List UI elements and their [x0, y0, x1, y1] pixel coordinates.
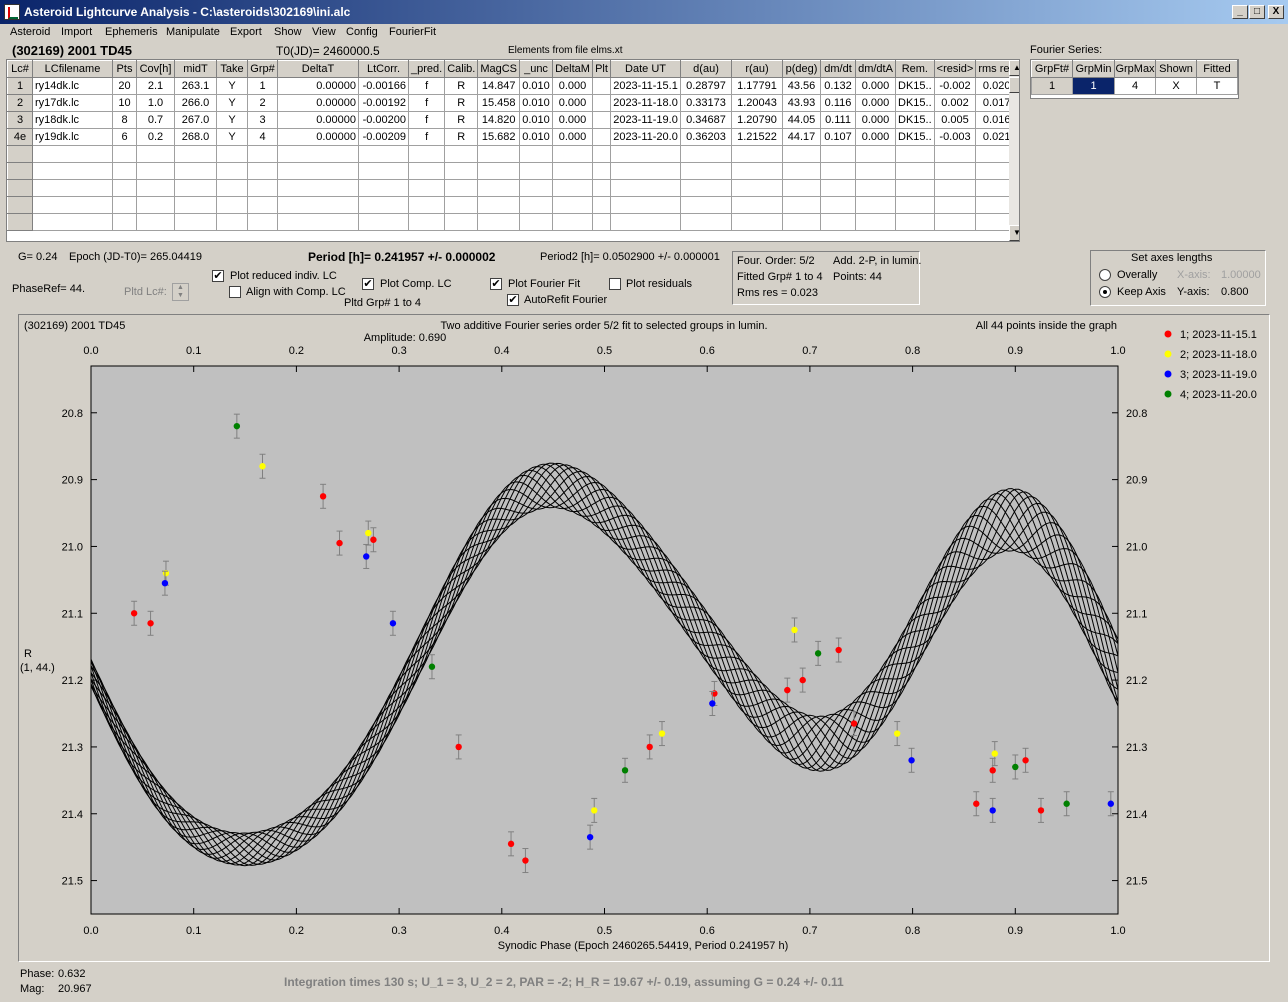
x-tick-label-bottom: 0.5: [597, 925, 612, 937]
data-point[interactable]: [1012, 763, 1019, 771]
x-axis-title: Synodic Phase (Epoch 2460265.54419, Peri…: [498, 940, 789, 952]
phase-label: Phase:: [20, 968, 55, 980]
data-point[interactable]: [973, 800, 980, 807]
legend-label: 4; 2023-11-20.0: [1180, 389, 1257, 401]
data-point[interactable]: [658, 730, 666, 737]
y-tick-label-right: 21.3: [1126, 742, 1147, 754]
x-tick-label-bottom: 0.4: [494, 925, 509, 937]
plot-amplitude: Amplitude: 0.690: [364, 332, 447, 344]
data-point[interactable]: [370, 536, 377, 543]
x-tick-label-bottom: 0.8: [905, 925, 920, 937]
data-point[interactable]: [791, 626, 798, 634]
data-point[interactable]: [1037, 807, 1045, 814]
plot-inside-note: All 44 points inside the graph: [976, 320, 1117, 332]
plot-object-label: (302169) 2001 TD45: [24, 320, 125, 332]
data-point[interactable]: [709, 700, 716, 707]
x-tick-label-bottom: 0.6: [700, 925, 715, 937]
x-tick-label-top: 0.2: [289, 345, 304, 357]
x-tick-label-top: 0.0: [83, 345, 98, 357]
data-point[interactable]: [989, 767, 996, 774]
y-tick-label-left: 20.8: [62, 408, 83, 420]
x-tick-label-bottom: 1.0: [1110, 925, 1125, 937]
data-point[interactable]: [389, 620, 397, 627]
data-point[interactable]: [1022, 757, 1029, 764]
y-tick-label-left: 21.4: [62, 809, 83, 821]
mag-label: Mag:: [20, 983, 45, 995]
data-point[interactable]: [893, 730, 901, 737]
lightcurve-plot[interactable]: 0.0 0.1 0.2 0.3 0.4 0.5 0.6 0.7 0.8 0.9 1.0 0.0 0.1…: [0, 0, 1288, 1002]
y-tick-label-right: 21.2: [1126, 675, 1147, 687]
data-point[interactable]: [989, 807, 996, 814]
integration-summary: Integration times 130 s; U_1 = 3, U_2 = …: [284, 975, 844, 989]
x-tick-label-bottom: 0.9: [1008, 925, 1023, 937]
legend-marker: [1164, 350, 1172, 358]
y-axis-subtitle: (1, 44.): [20, 662, 55, 674]
y-tick-label-left: 20.9: [62, 475, 83, 487]
data-point[interactable]: [591, 807, 598, 814]
x-tick-label-top: 0.5: [597, 345, 612, 357]
y-tick-label-left: 21.1: [62, 608, 83, 620]
x-tick-label-top: 0.8: [905, 345, 920, 357]
x-tick-label-top: 1.0: [1110, 345, 1125, 357]
y-axis-title: R: [24, 648, 32, 660]
x-tick-label-top: 0.6: [700, 345, 715, 357]
data-point[interactable]: [1063, 800, 1070, 807]
legend: 1; 2023-11-15.1 2; 2023-11-18.0 3; 2023-11…: [1164, 329, 1257, 401]
data-point[interactable]: [814, 650, 822, 657]
data-point[interactable]: [507, 840, 515, 848]
legend-label: 1; 2023-11-15.1: [1180, 329, 1257, 341]
data-point[interactable]: [646, 743, 653, 751]
y-tick-label-right: 20.9: [1126, 475, 1147, 487]
y-tick-label-left: 21.2: [62, 675, 83, 687]
y-tick-label-right: 21.4: [1126, 809, 1147, 821]
data-point[interactable]: [363, 553, 370, 560]
x-tick-label-top: 0.9: [1008, 345, 1023, 357]
data-point[interactable]: [319, 493, 327, 500]
data-point[interactable]: [850, 720, 858, 727]
x-tick-label-bottom: 0.7: [802, 925, 817, 937]
legend-label: 3; 2023-11-19.0: [1180, 369, 1257, 381]
x-tick-label-bottom: 0.3: [391, 925, 406, 937]
data-point[interactable]: [621, 767, 629, 774]
data-point[interactable]: [428, 663, 436, 670]
x-tick-label-bottom: 0.2: [289, 925, 304, 937]
data-point[interactable]: [908, 757, 915, 764]
y-tick-label-left: 21.5: [62, 876, 83, 888]
mag-value: 20.967: [58, 983, 92, 995]
x-tick-label-top: 0.4: [494, 345, 509, 357]
x-tick-label-top: 0.3: [391, 345, 406, 357]
legend-label: 2; 2023-11-18.0: [1180, 349, 1257, 361]
data-point[interactable]: [799, 676, 806, 684]
data-point[interactable]: [1107, 800, 1115, 807]
y-tick-label-left: 21.3: [62, 742, 83, 754]
x-tick-label-top: 0.7: [802, 345, 817, 357]
data-point[interactable]: [233, 422, 241, 430]
y-tick-label-right: 21.1: [1126, 608, 1147, 620]
x-tick-label-bottom: 0.1: [186, 925, 201, 937]
y-tick-label-right: 21.5: [1126, 876, 1147, 888]
data-point[interactable]: [835, 646, 842, 654]
data-point[interactable]: [586, 833, 594, 841]
data-point[interactable]: [147, 620, 154, 627]
plot-area[interactable]: [90, 365, 1119, 915]
data-point[interactable]: [336, 539, 343, 547]
data-point[interactable]: [161, 579, 169, 587]
y-tick-label-left: 21.0: [62, 541, 83, 553]
data-point[interactable]: [365, 529, 372, 537]
x-tick-label-bottom: 0.0: [83, 925, 98, 937]
phase-value: 0.632: [58, 968, 86, 980]
y-tick-label-right: 21.0: [1126, 541, 1147, 553]
data-point[interactable]: [522, 857, 529, 864]
legend-marker: [1164, 390, 1172, 398]
data-point[interactable]: [991, 750, 998, 757]
x-tick-label-top: 0.1: [186, 345, 201, 357]
data-point[interactable]: [130, 610, 138, 617]
data-point[interactable]: [784, 686, 791, 694]
legend-marker: [1164, 370, 1172, 378]
y-tick-label-right: 20.8: [1126, 408, 1147, 420]
plot-title: Two additive Fourier series order 5/2 fi…: [440, 320, 767, 332]
data-point[interactable]: [259, 463, 266, 470]
data-point[interactable]: [455, 743, 462, 751]
legend-marker: [1164, 330, 1172, 338]
